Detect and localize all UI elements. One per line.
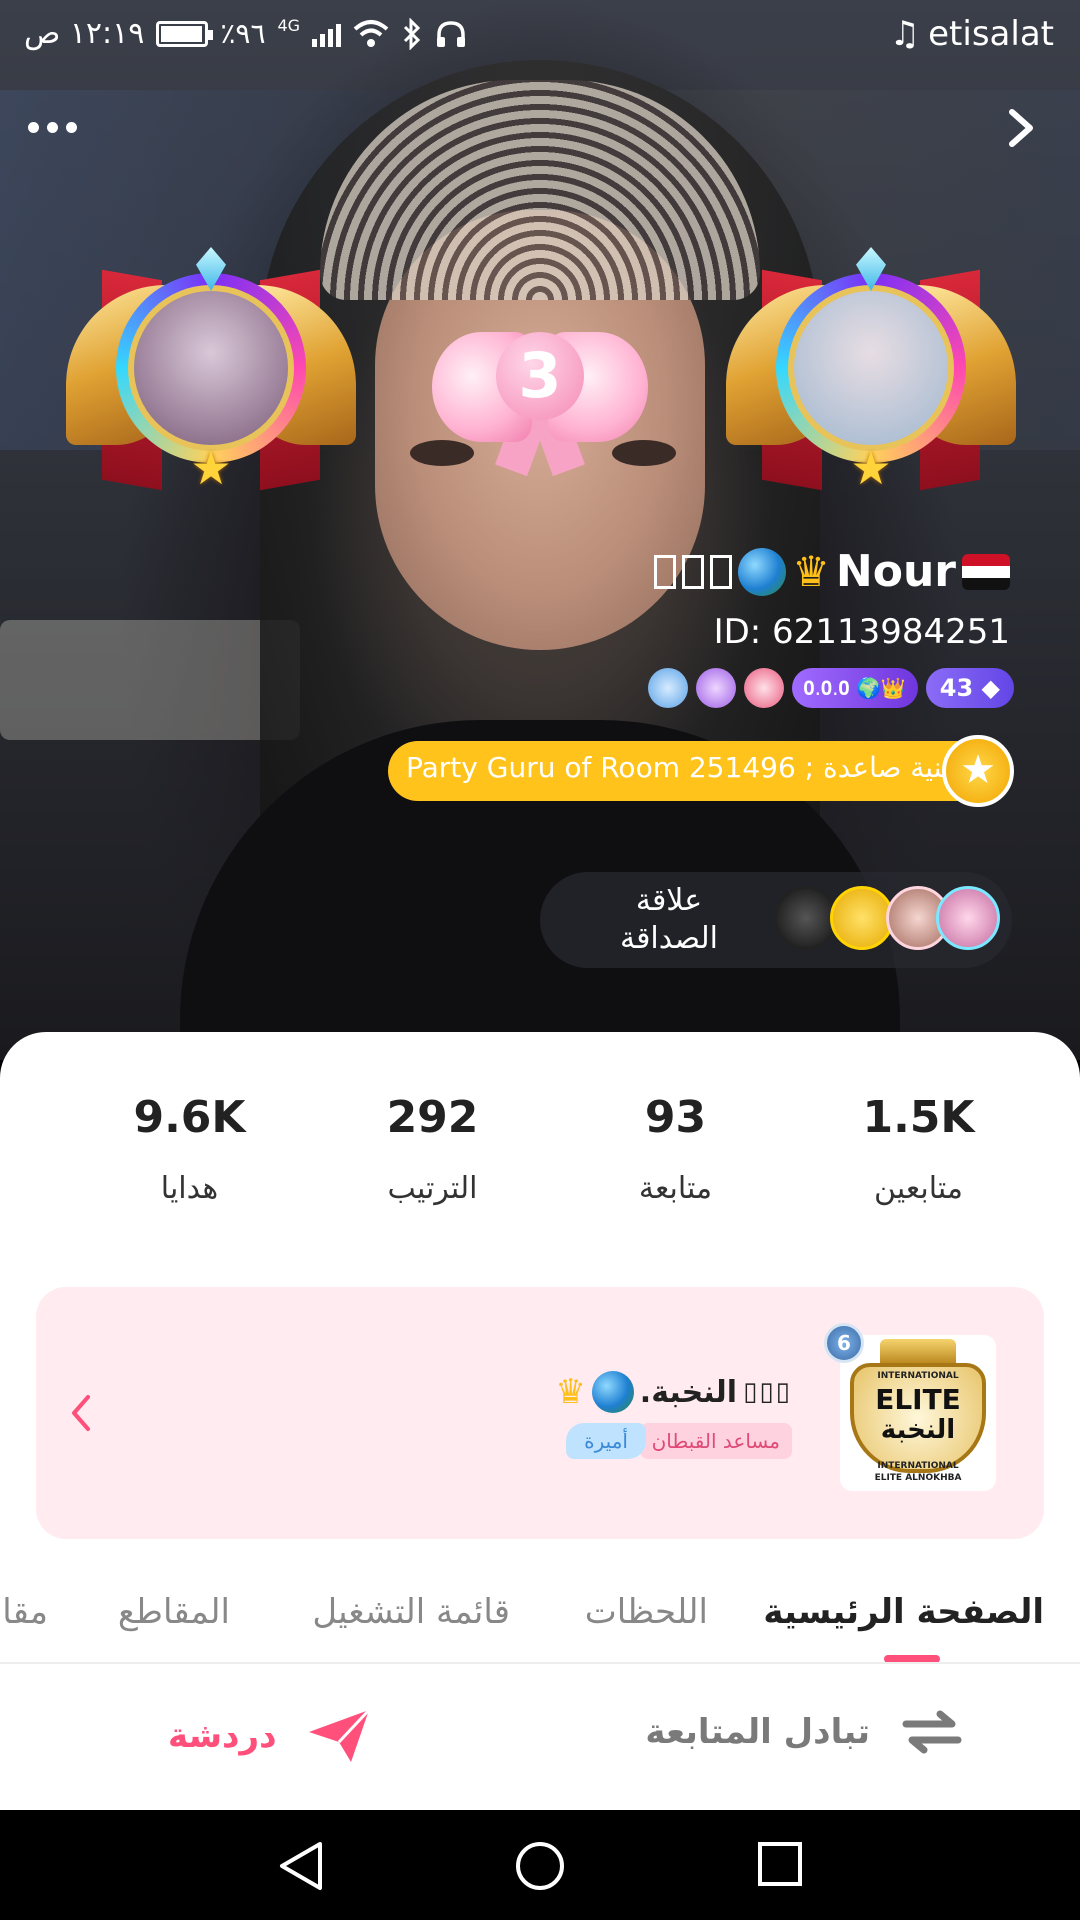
- medal-icon[interactable]: [695, 668, 736, 708]
- profile-name: Nour: [835, 546, 956, 597]
- group-title-tag: أميرة: [566, 1423, 646, 1459]
- status-bar: ١٢:١٩ ص ٪٩٦ 4G ♫ etisalat: [0, 0, 1080, 72]
- profile-card: 1.5K متابعين 93 متابعة 292 الترتيب 9.6K …: [0, 1032, 1080, 1810]
- chat-button[interactable]: دردشة: [168, 1708, 371, 1764]
- group-logo: ELITE النخبة INTERNATIONAL INTERNATIONAL…: [840, 1335, 996, 1491]
- avatar[interactable]: [936, 886, 1000, 950]
- stat-ranking[interactable]: 292 الترتيب: [311, 1092, 554, 1206]
- send-icon: [308, 1708, 370, 1762]
- profile-id[interactable]: ID: 62113984251: [714, 612, 1010, 652]
- crown-icon: ♛: [555, 1372, 586, 1412]
- egypt-flag-icon: [962, 553, 1010, 590]
- active-tab-indicator: [884, 1655, 940, 1662]
- level-badge[interactable]: 43 ◆: [925, 668, 1014, 708]
- swap-arrows-icon: [902, 1710, 962, 1754]
- family-badge[interactable]: 𝟎.𝟎.𝟎 🌍👑: [791, 668, 918, 708]
- star-icon: ★: [190, 441, 232, 495]
- avatar-frame-right[interactable]: ★: [726, 247, 1016, 515]
- stats-row: 1.5K متابعين 93 متابعة 292 الترتيب 9.6K …: [0, 1092, 1080, 1206]
- group-name: .النخبة: [639, 1374, 738, 1410]
- music-note-icon: ♫: [889, 14, 921, 54]
- profile-name-row: ♛ Nour: [654, 546, 1010, 597]
- badge-row: 𝟎.𝟎.𝟎 🌍👑 43 ◆: [647, 666, 1014, 710]
- group-level-badge: 6: [824, 1323, 864, 1363]
- avatar-frame-left[interactable]: ★: [66, 247, 356, 515]
- globe-icon: [738, 547, 787, 596]
- avatar[interactable]: [774, 886, 838, 950]
- network-type: 4G: [277, 16, 301, 35]
- action-bar: تبادل المتابعة دردشة: [0, 1666, 1080, 1810]
- avatar: [128, 285, 294, 451]
- battery-icon: [156, 20, 214, 47]
- star-icon: ★: [850, 441, 892, 495]
- group-role-tag: مساعد القبطان: [639, 1423, 792, 1459]
- headphones-icon: [437, 20, 466, 47]
- bluetooth-icon: [404, 17, 421, 50]
- friendship-panel[interactable]: علاقة الصداقة: [540, 872, 1012, 968]
- star-icon: ★: [942, 735, 1014, 807]
- stat-gifts[interactable]: 9.6K هدايا: [68, 1092, 311, 1206]
- group-card[interactable]: ELITE النخبة INTERNATIONAL INTERNATIONAL…: [36, 1287, 1044, 1539]
- system-nav-bar: [0, 1810, 1080, 1920]
- signal-icon: [312, 21, 342, 47]
- follow-exchange-button[interactable]: تبادل المتابعة: [645, 1708, 964, 1756]
- carrier-name: etisalat: [928, 14, 1054, 54]
- friendship-label: علاقة الصداقة: [620, 883, 718, 956]
- room-title-text: Party Guru of Room 251496 ; مغنية صاعدة: [406, 751, 971, 784]
- clock: ١٢:١٩ ص: [24, 16, 145, 51]
- chevron-left-icon[interactable]: [60, 1383, 100, 1443]
- tab-playlist[interactable]: قائمة التشغيل: [312, 1592, 510, 1632]
- globe-icon: [591, 1371, 634, 1413]
- tab-clips[interactable]: المقاطع: [118, 1592, 230, 1632]
- home-nav-icon[interactable]: [514, 1840, 566, 1892]
- group-name-row: ♛ .النخبة ▯▯▯: [555, 1371, 792, 1413]
- battery-percent: ٪٩٦: [220, 17, 266, 50]
- stat-following[interactable]: 93 متابعة: [554, 1092, 797, 1206]
- room-title-banner[interactable]: Party Guru of Room 251496 ; مغنية صاعدة …: [388, 735, 1014, 807]
- avatar[interactable]: [830, 886, 894, 950]
- medal-icon[interactable]: [743, 668, 784, 708]
- wifi-icon: [353, 19, 389, 47]
- tab-home[interactable]: الصفحة الرئيسية: [763, 1592, 1044, 1632]
- crown-icon: ♛: [792, 547, 830, 596]
- avatar: [788, 285, 954, 451]
- back-nav-icon[interactable]: [276, 1840, 326, 1892]
- bow-number: 3: [496, 332, 584, 420]
- medal-icon[interactable]: [647, 668, 688, 708]
- recents-nav-icon[interactable]: [756, 1840, 804, 1888]
- more-options-icon[interactable]: [28, 122, 77, 133]
- stat-followers[interactable]: 1.5K متابعين: [797, 1092, 1040, 1206]
- chevron-right-icon[interactable]: [1002, 108, 1042, 148]
- tab-moments[interactable]: اللحظات: [585, 1592, 708, 1632]
- bow-effect: 3: [432, 322, 648, 477]
- tab-more[interactable]: مقا: [2, 1592, 48, 1632]
- profile-tabs: الصفحة الرئيسية اللحظات قائمة التشغيل ال…: [0, 1552, 1080, 1664]
